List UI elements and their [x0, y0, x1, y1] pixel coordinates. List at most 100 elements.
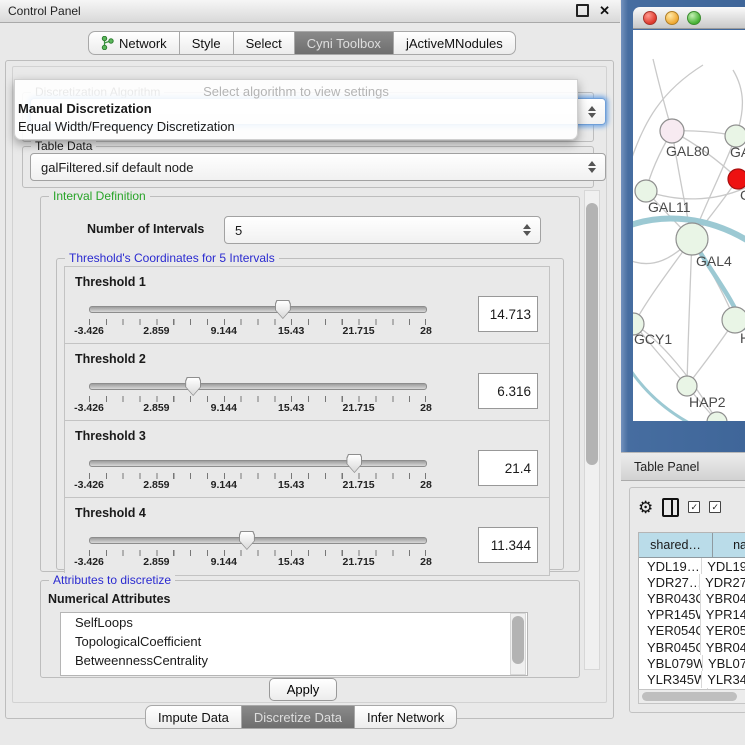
- control-panel-tabs: Network Style Select Cyni Toolbox jActiv…: [88, 31, 516, 55]
- column-header-name[interactable]: na: [713, 533, 745, 557]
- interval-definition-group-label: Interval Definition: [49, 189, 150, 203]
- minimize-window-button[interactable]: [665, 11, 679, 25]
- tab-cyni-toolbox[interactable]: Cyni Toolbox: [295, 31, 394, 55]
- threshold-1-value-field[interactable]: 14.713: [478, 296, 538, 332]
- node-attribute-table[interactable]: shared… na YDL19…YDL19YDR27…YDR27YBR043C…: [638, 532, 745, 690]
- select-columns-checkbox-icon-1[interactable]: ✓: [688, 501, 700, 513]
- settings-scrollbar-thumb[interactable]: [586, 203, 598, 465]
- threshold-3-slider-track[interactable]: [89, 460, 427, 467]
- column-header-shared-name[interactable]: shared…: [639, 533, 713, 557]
- tab-style[interactable]: Style: [180, 31, 234, 55]
- network-icon: [101, 36, 114, 50]
- number-of-intervals-select[interactable]: 5: [224, 216, 541, 244]
- cyni-bottom-tabs: Impute Data Discretize Data Infer Networ…: [145, 705, 457, 729]
- threshold-1-slider-track[interactable]: [89, 306, 427, 313]
- threshold-3-label: Threshold 3: [75, 429, 146, 443]
- tick-label: 28: [420, 325, 432, 337]
- threshold-2-tick-labels: -3.4262.8599.14415.4321.71528: [89, 402, 426, 415]
- tick-label: 21.715: [343, 556, 375, 568]
- network-node[interactable]: [676, 223, 708, 255]
- threshold-3-tick-labels: -3.4262.8599.14415.4321.71528: [89, 479, 426, 492]
- column-layout-icon[interactable]: [662, 498, 679, 517]
- threshold-4-tick-labels: -3.4262.8599.14415.4321.71528: [89, 556, 426, 569]
- table-panel-toolbar: ⚙ ✓ ✓: [638, 494, 721, 520]
- table-data-group-label: Table Data: [31, 139, 96, 153]
- algorithm-option-manual[interactable]: Manual Discretization: [18, 101, 152, 116]
- attribute-list-item[interactable]: BetweennessCentrality: [61, 651, 527, 670]
- tick-label: -3.426: [74, 556, 104, 568]
- select-columns-checkbox-icon-2[interactable]: ✓: [709, 501, 721, 513]
- table-cell: YDR27: [700, 575, 745, 590]
- table-row[interactable]: YLR345WYLR34: [639, 671, 745, 687]
- network-node[interactable]: [660, 119, 684, 143]
- threshold-4-value-field[interactable]: 11.344: [478, 527, 538, 563]
- attributes-list-scrollbar-thumb[interactable]: [512, 616, 524, 664]
- table-cell: YBL079W: [639, 655, 703, 671]
- tick-label: 2.859: [143, 556, 169, 568]
- algorithm-option-equal-width[interactable]: Equal Width/Frequency Discretization: [18, 119, 235, 134]
- network-node-label: GAL4: [696, 253, 732, 269]
- float-window-icon[interactable]: [576, 4, 589, 17]
- threshold-2-slider-thumb[interactable]: [185, 377, 201, 396]
- threshold-3-slider-thumb[interactable]: [346, 454, 362, 473]
- table-row[interactable]: YBR045CYBR04: [639, 639, 745, 655]
- threshold-4-row: Threshold 4 -3.4262.8599.14415.4321.7152…: [64, 497, 550, 576]
- table-cell: YLR34: [702, 672, 745, 687]
- table-cell: YDL19…: [639, 558, 702, 574]
- tick-label: -3.426: [74, 325, 104, 337]
- table-cell: YBL07: [703, 656, 745, 671]
- tick-label: 28: [420, 556, 432, 568]
- network-window-titlebar[interactable]: [633, 7, 745, 29]
- network-view-canvas[interactable]: GAL80GACGAL11GAL4HGCY1HAP2: [633, 30, 745, 421]
- table-row[interactable]: YDL19…YDL19: [639, 558, 745, 574]
- table-data-selected-value: galFiltered.sif default node: [41, 160, 193, 175]
- tab-impute-data[interactable]: Impute Data: [145, 705, 242, 729]
- threshold-4-slider-thumb[interactable]: [239, 531, 255, 550]
- table-row[interactable]: YER054CYER05: [639, 623, 745, 639]
- number-of-intervals-label: Number of Intervals: [87, 222, 204, 236]
- threshold-2-value-field[interactable]: 6.316: [478, 373, 538, 409]
- table-row[interactable]: YBL079WYBL07: [639, 655, 745, 671]
- table-row[interactable]: YDR27…YDR27: [639, 574, 745, 590]
- table-horizontal-scrollbar-thumb[interactable]: [642, 692, 737, 701]
- close-panel-icon[interactable]: ✕: [599, 4, 610, 17]
- threshold-3-row: Threshold 3 -3.4262.8599.14415.4321.7152…: [64, 420, 550, 499]
- threshold-1-slider-thumb[interactable]: [275, 300, 291, 319]
- tab-discretize-data[interactable]: Discretize Data: [242, 705, 355, 729]
- table-cell: YER054C: [639, 623, 701, 639]
- table-panel-title: Table Panel: [634, 460, 699, 474]
- settings-scrollbar[interactable]: [584, 190, 600, 670]
- tab-select[interactable]: Select: [234, 31, 295, 55]
- table-cell: YDR27…: [639, 574, 700, 590]
- tick-label: 15.43: [278, 325, 304, 337]
- table-horizontal-scrollbar[interactable]: [638, 689, 745, 704]
- algorithm-dropdown-popup: Select algorithm to view settings Manual…: [14, 79, 578, 140]
- table-settings-gear-icon[interactable]: ⚙: [638, 499, 653, 516]
- tab-infer-network[interactable]: Infer Network: [355, 705, 457, 729]
- attributes-list-scrollbar[interactable]: [510, 613, 526, 675]
- close-window-button[interactable]: [643, 11, 657, 25]
- attribute-list-item[interactable]: SelfLoops: [61, 613, 527, 632]
- table-row[interactable]: YPR145WYPR14: [639, 607, 745, 623]
- tab-network[interactable]: Network: [88, 31, 180, 55]
- tick-label: 9.144: [211, 325, 237, 337]
- network-nodes[interactable]: [633, 119, 745, 421]
- network-node[interactable]: [677, 376, 697, 396]
- threshold-2-slider-track[interactable]: [89, 383, 427, 390]
- numerical-attributes-list[interactable]: SelfLoopsTopologicalCoefficientBetweenne…: [60, 612, 528, 676]
- table-row[interactable]: YBR043CYBR04: [639, 590, 745, 606]
- threshold-3-value-field[interactable]: 21.4: [478, 450, 538, 486]
- tick-label: 28: [420, 402, 432, 414]
- threshold-4-slider-track[interactable]: [89, 537, 427, 544]
- attribute-list-item[interactable]: TopologicalCoefficient: [61, 632, 527, 651]
- apply-button[interactable]: Apply: [269, 678, 337, 701]
- tab-jactivemnodules[interactable]: jActiveMNodules: [394, 31, 516, 55]
- table-data-select[interactable]: galFiltered.sif default node: [30, 153, 606, 181]
- threshold-4-label: Threshold 4: [75, 506, 146, 520]
- network-node[interactable]: [728, 169, 745, 189]
- table-cell: YDL19: [702, 559, 745, 574]
- tick-label: -3.426: [74, 479, 104, 491]
- zoom-window-button[interactable]: [687, 11, 701, 25]
- threshold-2-row: Threshold 2 -3.4262.8599.14415.4321.7152…: [64, 343, 550, 422]
- tick-label: 9.144: [211, 402, 237, 414]
